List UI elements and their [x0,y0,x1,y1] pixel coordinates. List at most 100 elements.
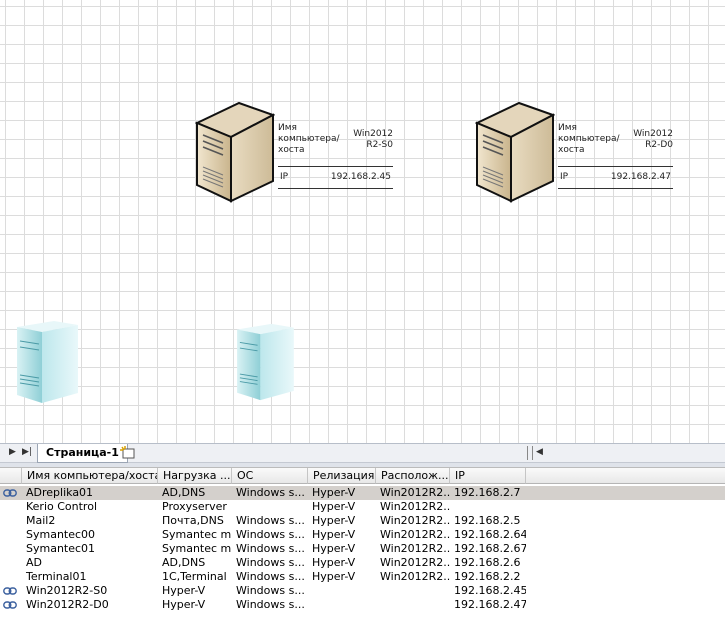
cell-load: Symantec m... [162,528,232,541]
cell-ip: 192.168.2.67 [454,542,526,555]
cell-os: Windows s... [236,542,305,555]
cell-os: Windows s... [236,598,305,611]
cell-ip: 192.168.2.2 [454,570,521,583]
cell-hostname: Terminal01 [26,570,87,583]
tower-server-shape-d0[interactable] [475,101,555,203]
cell-ip: 192.168.2.5 [454,514,521,527]
scroll-splitter[interactable] [527,446,533,460]
cell-location [376,584,450,598]
cell-hostname: Win2012R2-S0 [26,584,108,597]
cell-hostname: Win2012R2-D0 [26,598,109,611]
link-icon [3,489,17,497]
cell-ip: 192.168.2.47 [454,598,526,611]
tab-page-1[interactable]: Страница-1 [37,444,128,463]
divider [278,166,393,167]
scroll-left-icon[interactable]: ◀ [536,447,543,457]
drawing-canvas[interactable]: Имя компьютера/хоста Win2012 R2-S0 IP 19… [0,0,725,443]
shape-data-s0: Имя компьютера/хоста Win2012 R2-S0 IP 19… [278,119,393,189]
table-row[interactable]: Win2012R2-D0 Hyper-V Windows s... 192.168.2… [0,598,725,612]
column-header-realization[interactable]: Релизация [308,468,376,484]
tower-server-shape-s0[interactable] [195,101,275,203]
divider [278,188,393,189]
link-icon [3,587,17,595]
cell-location: Win2012R2... [380,542,450,555]
cell-realization: Hyper-V [312,500,356,513]
table-row[interactable]: Mail2 Почта,DNS Windows s... Hyper-V Win2012… [0,514,725,528]
ip-label: IP [280,172,289,182]
cell-load: Proxyserver [162,500,227,513]
table-row[interactable]: AD AD,DNS Windows s... Hyper-V Win2012R2... 1… [0,556,725,570]
table-row[interactable]: ADreplika01 AD,DNS Windows s... Hyper-V Win2… [0,486,725,500]
column-header-os[interactable]: ОС [232,468,308,484]
cell-os: Windows s... [236,514,305,527]
cell-load: Почта,DNS [162,514,224,527]
grid-corner [0,468,22,484]
divider [558,188,673,189]
cell-load: Symantec m... [162,542,232,555]
table-row[interactable]: Symantec00 Symantec m... Windows s... Hyper… [0,528,725,542]
ip-value: 192.168.2.45 [330,172,391,182]
hostname-label: Имя компьютера/хоста [278,123,340,155]
cell-realization: Hyper-V [312,514,356,527]
cell-realization: Hyper-V [312,542,356,555]
hostname-label: Имя компьютера/хоста [558,123,620,155]
table-row[interactable]: Terminal01 1C,Terminal Windows s... Hyper-V… [0,570,725,584]
column-header-load[interactable]: Нагрузка ... [158,468,232,484]
cell-os: Windows s... [236,528,305,541]
cell-load: AD,DNS [162,556,206,569]
cell-load: Hyper-V [162,584,206,597]
cell-os: Windows s... [236,556,305,569]
shape-data-d0: Имя компьютера/хоста Win2012 R2-D0 IP 19… [558,119,673,189]
cell-hostname: AD [26,556,42,569]
column-header-location[interactable]: Располож... [376,468,450,484]
cell-os: Windows s... [236,486,305,499]
page-tab-bar: ▶ ▶| Страница-1 ◀ [0,443,725,463]
cell-hostname: Mail2 [26,514,56,527]
cell-load: Hyper-V [162,598,206,611]
cell-realization: Hyper-V [312,486,356,499]
scroll-last-icon[interactable]: ▶| [22,447,32,457]
cell-location: Win2012R2... [380,486,450,499]
cell-location: Win2012R2... [380,528,450,541]
cell-os: Windows s... [236,570,305,583]
cell-hostname: Symantec01 [26,542,96,555]
table-row[interactable]: Win2012R2-S0 Hyper-V Windows s... 192.168.2… [0,584,725,598]
cell-location: Win2012R2... [380,570,450,583]
cell-ip [450,500,526,514]
column-header-ip[interactable]: IP [450,468,526,484]
divider [558,166,673,167]
cell-os: Windows s... [236,584,305,597]
cell-load: 1C,Terminal [162,570,227,583]
hostname-value: Win2012 R2-S0 [353,129,393,150]
cell-ip: 192.168.2.6 [454,556,521,569]
table-row[interactable]: Symantec01 Symantec m... Windows s... Hyper… [0,542,725,556]
cyan-server-shape[interactable] [14,319,80,405]
cell-location: Win2012R2... [380,500,450,513]
cell-realization: Hyper-V [312,556,356,569]
cell-realization: Hyper-V [312,528,356,541]
column-header-hostname[interactable]: Имя компьютера/хоста [22,468,158,484]
cell-ip: 192.168.2.45 [454,584,526,597]
ip-label: IP [560,172,569,182]
cell-location [376,598,450,612]
insert-page-icon[interactable] [120,446,136,460]
hostname-value: Win2012 R2-D0 [633,129,673,150]
cell-ip: 192.168.2.64 [454,528,526,541]
cyan-server-shape[interactable] [234,322,296,402]
cell-realization: Hyper-V [312,570,356,583]
table-row[interactable]: Kerio Control Proxyserver Hyper-V Win2012R2… [0,500,725,514]
cell-location: Win2012R2... [380,514,450,527]
cell-location: Win2012R2... [380,556,450,569]
external-data-grid[interactable]: Имя компьютера/хоста Нагрузка ... ОС Рел… [0,468,725,632]
cell-realization [308,598,376,612]
cell-hostname: Kerio Control [26,500,98,513]
cell-hostname: ADreplika01 [26,486,94,499]
cell-os [232,500,308,514]
scroll-right-icon[interactable]: ▶ [9,447,16,457]
ip-value: 192.168.2.47 [610,172,671,182]
cell-realization [308,584,376,598]
cell-load: AD,DNS [162,486,206,499]
header-filler [526,468,725,484]
link-icon [3,601,17,609]
cell-ip: 192.168.2.7 [454,486,521,499]
